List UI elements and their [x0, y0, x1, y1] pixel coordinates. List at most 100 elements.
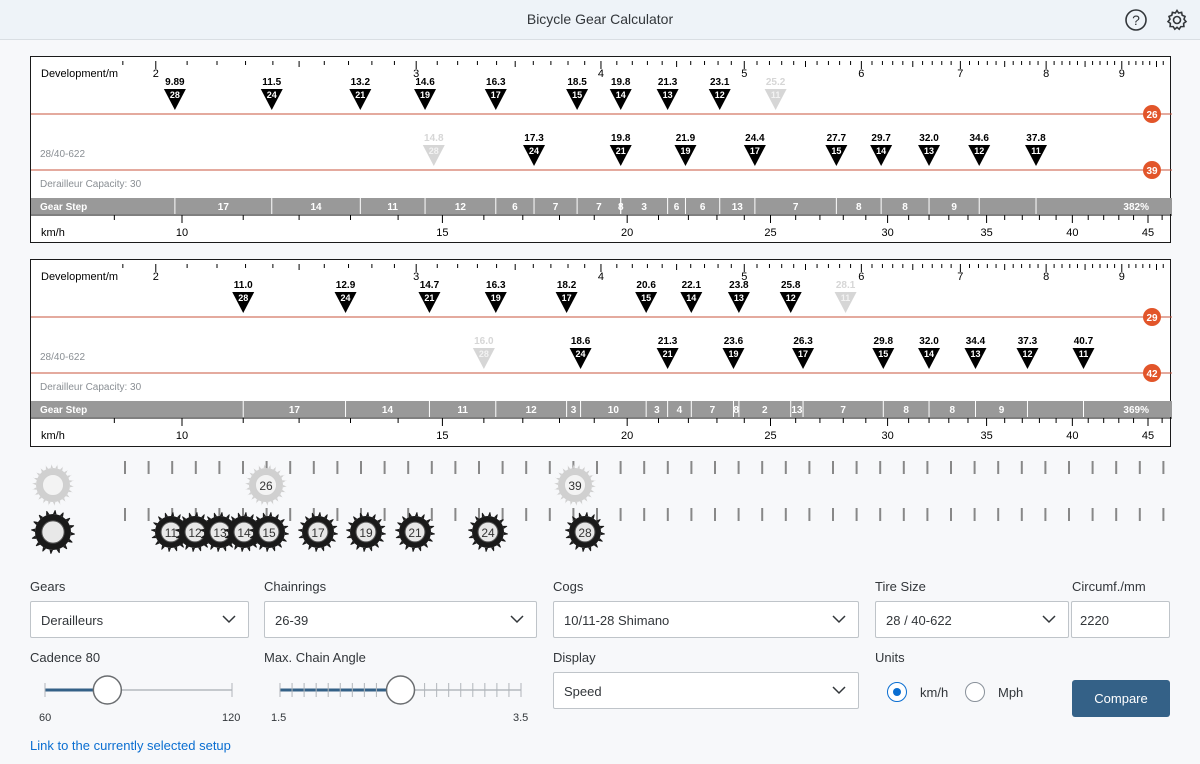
gear-step-value: 8 [733, 405, 739, 416]
chain-angle-label: Max. Chain Angle [264, 650, 366, 665]
gear-cog-label: 24 [529, 146, 539, 156]
gear-step-value: 12 [455, 202, 467, 213]
speed-axis-label: km/h [41, 227, 65, 239]
kmh-radio[interactable] [887, 682, 907, 702]
gear-cog-label: 11 [771, 90, 781, 100]
sprocket-label: 21 [408, 526, 422, 540]
gear-cog-label: 19 [420, 90, 430, 100]
speed-tick-label: 35 [980, 227, 992, 239]
speed-tick-label: 25 [764, 430, 776, 442]
gear-step-value: 9 [999, 405, 1005, 416]
speed-tick-label: 45 [1142, 227, 1154, 239]
gear-cog-label: 28 [479, 349, 489, 359]
development-tick-label: 6 [858, 271, 864, 283]
display-label: Display [553, 650, 596, 665]
gear-speed-label: 13.2 [351, 77, 371, 88]
gears-value: Derailleurs [41, 613, 104, 628]
development-tick-label: 5 [741, 68, 747, 80]
gear-speed-label: 17.3 [524, 133, 544, 144]
help-icon[interactable]: ? [1124, 8, 1148, 32]
setup-label: 28/40-622 [40, 149, 85, 160]
tire-size-select[interactable]: 28 / 40-622 [875, 601, 1069, 638]
mph-radio[interactable] [965, 682, 985, 702]
gear-step-value: 3 [654, 405, 660, 416]
display-select[interactable]: Speed [553, 672, 859, 709]
chevron-down-icon [1042, 615, 1056, 624]
gear-step-value: 3 [571, 405, 577, 416]
chainring-badge-label: 26 [1146, 110, 1158, 121]
development-axis-label: Development/m [41, 68, 118, 80]
development-axis-label: Development/m [41, 271, 118, 283]
circumference-input[interactable]: 2220 [1071, 601, 1170, 638]
sprocket-label: 15 [262, 526, 276, 540]
kmh-label: km/h [920, 685, 949, 700]
development-tick-label: 9 [1119, 271, 1125, 283]
gear-chart-1: Development/m 2 3 4 5 6 7 8 9 26 9.89 28 11.5 24 13.2 2… [30, 56, 1172, 243]
gear-speed-label: 12.9 [336, 280, 356, 291]
chain-angle-min: 1.5 [271, 712, 287, 724]
gear-step-label: Gear Step [40, 202, 87, 213]
speed-axis-label: km/h [41, 430, 65, 442]
gear-speed-label: 18.2 [557, 280, 577, 291]
gear-step-value: 7 [793, 202, 799, 213]
cadence-slider[interactable] [30, 672, 250, 712]
speed-tick-label: 25 [764, 227, 776, 239]
setup-link[interactable]: Link to the currently selected setup [30, 738, 231, 753]
chevron-down-icon [222, 615, 236, 624]
gear-step-value: 6 [674, 202, 680, 213]
gear-speed-label: 19.8 [611, 77, 631, 88]
tire-size-value: 28 / 40-622 [886, 613, 952, 628]
chevron-down-icon [832, 615, 846, 624]
gears-select[interactable]: Derailleurs [30, 601, 249, 638]
gear-cog-label: 14 [876, 146, 886, 156]
gear-cog-label: 12 [974, 146, 984, 156]
gear-icon[interactable] [1165, 8, 1189, 32]
gear-cog-label: 11 [841, 293, 851, 303]
gear-step-value: 8 [902, 202, 908, 213]
gear-step-label: Gear Step [40, 405, 87, 416]
gear-step-value: 14 [382, 405, 394, 416]
cogs-value: 10/11-28 Shimano [564, 613, 670, 628]
gear-speed-label: 14.8 [424, 133, 444, 144]
gear-speed-label: 34.6 [969, 133, 989, 144]
gear-speed-label: 21.3 [658, 77, 678, 88]
gear-cog-label: 15 [572, 90, 582, 100]
chainring-badge-label: 39 [1146, 166, 1158, 177]
speed-tick-label: 40 [1066, 430, 1078, 442]
sprocket-label: 14 [237, 526, 251, 540]
gear-speed-label: 22.1 [682, 280, 702, 291]
chain-angle-slider[interactable] [270, 672, 532, 712]
sprocket-label: 28 [578, 526, 592, 540]
gear-speed-label: 29.8 [874, 336, 894, 347]
speed-tick-label: 30 [881, 430, 893, 442]
speed-tick-label: 20 [621, 227, 633, 239]
gear-speed-label: 32.0 [919, 336, 939, 347]
gear-speed-label: 16.3 [486, 77, 506, 88]
sprocket-label: 39 [568, 479, 582, 493]
gear-cog-label: 13 [734, 293, 744, 303]
derailleur-capacity-label: Derailleur Capacity: 30 [40, 179, 142, 190]
gear-speed-label: 16.3 [486, 280, 506, 291]
gear-step-value: 14 [310, 202, 322, 213]
gear-speed-label: 25.2 [766, 77, 786, 88]
slider-handle[interactable] [385, 675, 416, 705]
gear-step-value: 7 [840, 405, 846, 416]
development-tick-label: 7 [957, 68, 963, 80]
slider-handle[interactable] [92, 675, 123, 705]
cogs-select[interactable]: 10/11-28 Shimano [553, 601, 859, 638]
gear-step-value: 8 [949, 405, 955, 416]
chainrings-select[interactable]: 26-39 [264, 601, 537, 638]
gear-step-value: 7 [596, 202, 602, 213]
gear-step-value: 13 [732, 202, 744, 213]
gear-speed-label: 21.9 [676, 133, 696, 144]
gear-speed-label: 19.8 [611, 133, 631, 144]
chainrings-label: Chainrings [264, 579, 327, 594]
gear-step-value: 7 [710, 405, 716, 416]
gear-speed-label: 24.4 [745, 133, 765, 144]
compare-button[interactable]: Compare [1072, 680, 1170, 717]
gear-cog-label: 12 [786, 293, 796, 303]
gear-speed-label: 37.8 [1026, 133, 1046, 144]
gear-step-value: 3 [641, 202, 647, 213]
gear-cog-label: 12 [1022, 349, 1032, 359]
gear-speed-label: 34.4 [966, 336, 986, 347]
